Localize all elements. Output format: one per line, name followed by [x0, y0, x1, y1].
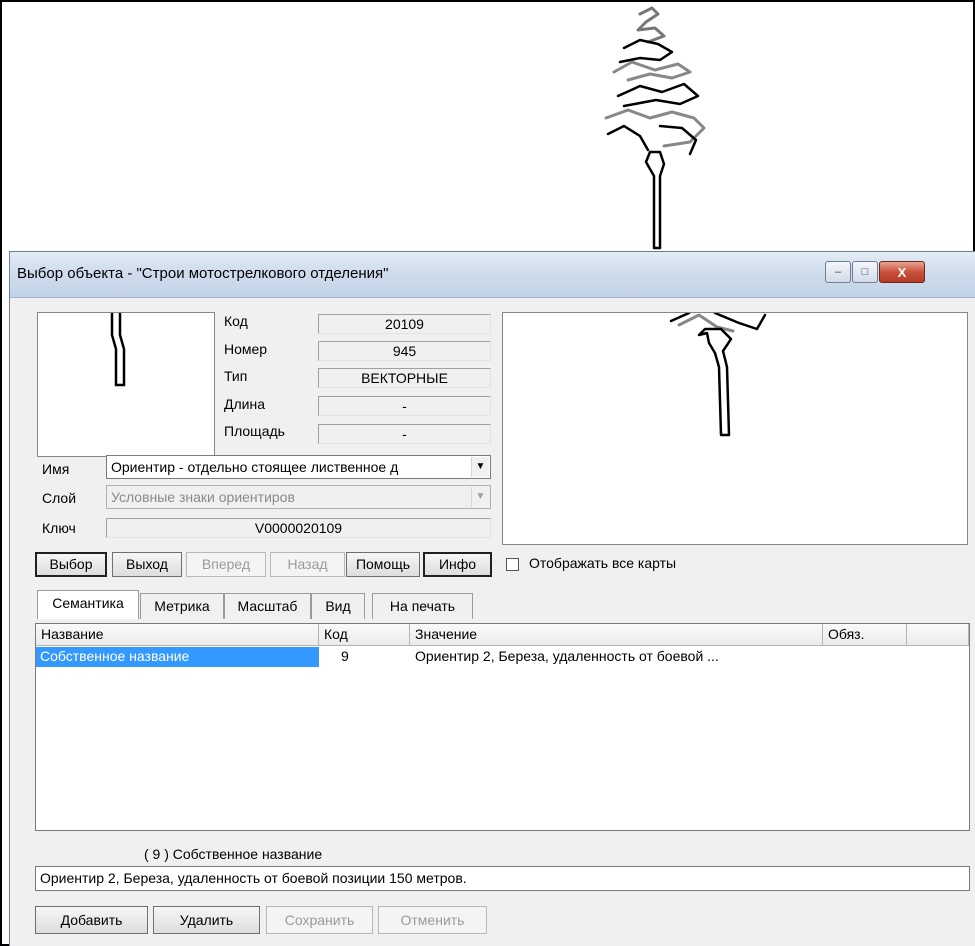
code-value: 20109	[318, 314, 491, 334]
select-button[interactable]: Выбор	[35, 552, 107, 577]
chevron-down-icon[interactable]: ▼	[471, 457, 489, 477]
key-label: Ключ	[42, 520, 76, 536]
detail-value-field[interactable]: Ориентир 2, Береза, удаленность от боево…	[35, 866, 970, 891]
column-header-required[interactable]: Обяз.	[823, 624, 907, 646]
forward-button[interactable]: Вперед	[186, 552, 266, 577]
tab-view[interactable]: Вид	[311, 593, 365, 619]
show-all-maps-checkbox[interactable]	[506, 558, 519, 571]
number-value: 945	[318, 341, 491, 361]
tab-print[interactable]: На печать	[372, 593, 473, 619]
select-object-dialog: Выбор объекта - "Строи мотострелкового о…	[9, 251, 975, 946]
area-value: -	[318, 424, 491, 444]
object-preview-large	[502, 312, 968, 545]
length-value: -	[318, 396, 491, 416]
show-all-maps-label: Отображать все карты	[529, 555, 677, 571]
table-row[interactable]: Собственное название 9 Ориентир 2, Берез…	[36, 647, 969, 667]
tab-semantics[interactable]: Семантика	[37, 590, 139, 619]
semantics-table: Название Код Значение Обяз. Собственное …	[35, 623, 970, 831]
cancel-button[interactable]: Отменить	[378, 906, 487, 934]
length-label: Длина	[224, 396, 265, 412]
maximize-button[interactable]: □	[852, 261, 878, 283]
layer-select: Условные знаки ориентиров ▼	[106, 485, 491, 509]
name-label: Имя	[42, 461, 70, 477]
name-select-value: Ориентир - отдельно стоящее лиственное д	[111, 459, 399, 475]
window-title: Выбор объекта - "Строи мотострелкового о…	[17, 265, 389, 282]
help-button[interactable]: Помощь	[346, 552, 420, 577]
layer-select-value: Условные знаки ориентиров	[111, 489, 295, 505]
area-label: Площадь	[224, 423, 285, 439]
column-header-filler	[907, 624, 969, 646]
save-button[interactable]: Сохранить	[266, 906, 373, 934]
key-value: V0000020109	[106, 518, 491, 538]
delete-button[interactable]: Удалить	[153, 906, 260, 934]
number-label: Номер	[224, 341, 268, 357]
row-name-cell[interactable]: Собственное название	[36, 647, 319, 667]
close-button[interactable]: X	[879, 261, 925, 283]
row-value-cell[interactable]: Ориентир 2, Береза, удаленность от боево…	[415, 647, 719, 666]
info-button[interactable]: Инфо	[423, 552, 492, 577]
title-bar[interactable]: Выбор объекта - "Строи мотострелкового о…	[10, 252, 975, 298]
layer-label: Слой	[42, 490, 77, 506]
name-select[interactable]: Ориентир - отдельно стоящее лиственное д…	[106, 455, 491, 479]
type-label: Тип	[224, 368, 248, 384]
code-label: Код	[224, 313, 248, 329]
column-header-name[interactable]: Название	[36, 624, 319, 646]
object-preview-small	[37, 312, 215, 457]
column-header-value[interactable]: Значение	[410, 624, 823, 646]
tab-scale[interactable]: Масштаб	[224, 593, 311, 619]
column-header-code[interactable]: Код	[319, 624, 410, 646]
tree-trunk-preview-icon	[110, 313, 126, 387]
add-button[interactable]: Добавить	[35, 906, 148, 934]
detail-caption: ( 9 ) Собственное название	[144, 846, 323, 862]
type-value: ВЕКТОРНЫЕ	[318, 368, 491, 388]
back-button[interactable]: Назад	[270, 552, 345, 577]
tab-metrics[interactable]: Метрика	[140, 593, 224, 619]
row-code-cell[interactable]: 9	[341, 647, 349, 666]
minimize-button[interactable]: –	[825, 261, 851, 283]
tree-preview-icon	[669, 313, 767, 437]
exit-button[interactable]: Выход	[112, 552, 182, 577]
chevron-down-icon: ▼	[471, 487, 489, 507]
